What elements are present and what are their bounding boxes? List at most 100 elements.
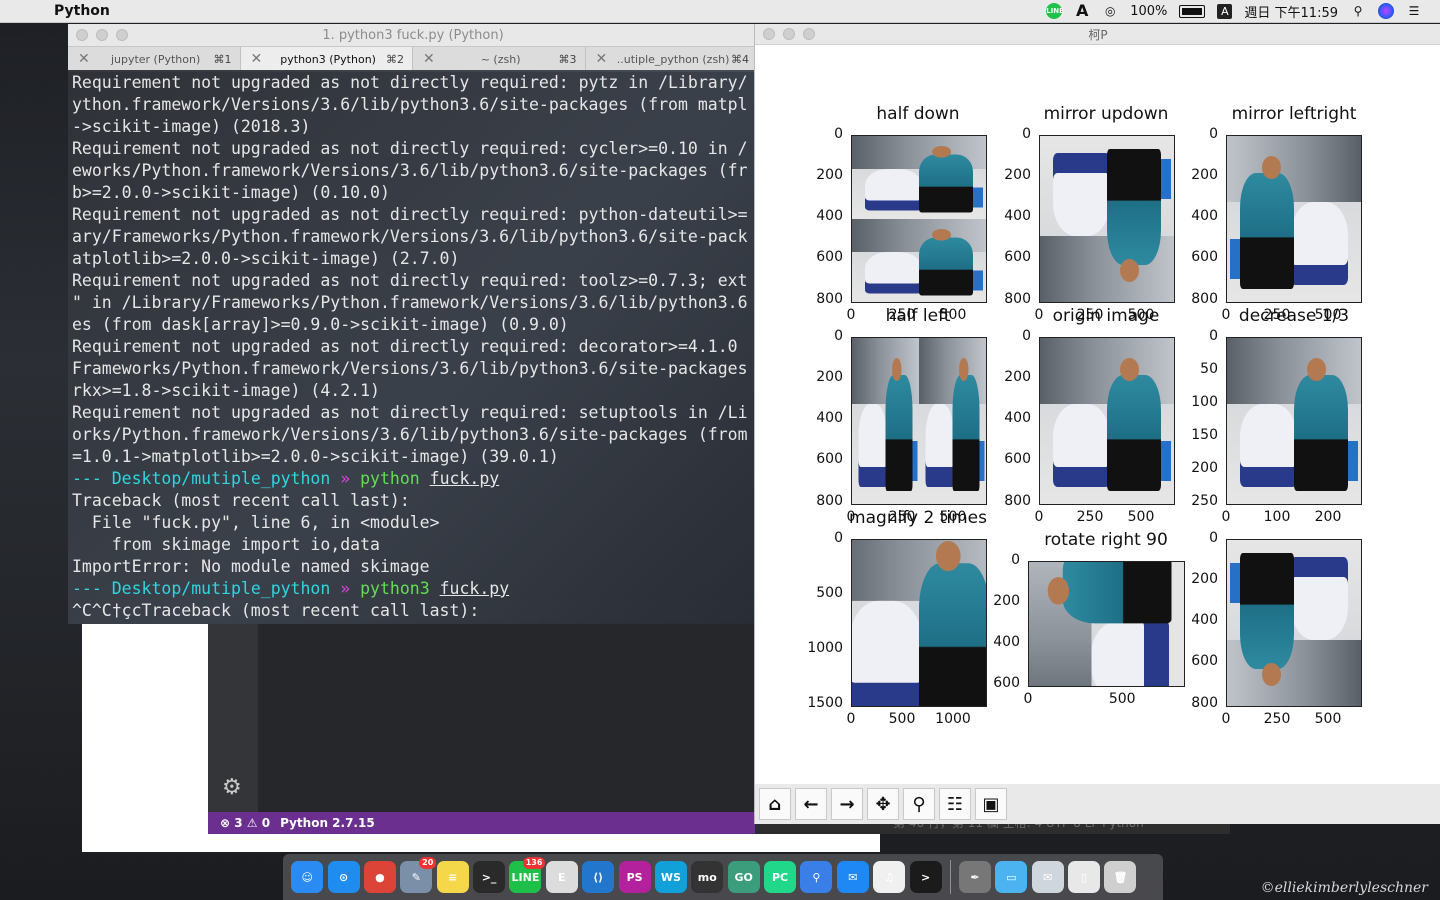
dock-vscode-icon[interactable]: ⟨⟩ — [582, 861, 615, 893]
dock-folder-icon[interactable]: ▭ — [995, 861, 1028, 893]
y-tick-label: 0 — [834, 530, 843, 546]
dock-terminal2-icon[interactable]: > — [909, 861, 942, 893]
close-tab-icon[interactable]: ✕ — [251, 51, 263, 67]
terminal-title: 1. python3 fuck.py (Python) — [322, 27, 504, 43]
creative-cloud-icon[interactable]: ◎ — [1102, 4, 1118, 18]
figure-window[interactable]: 柯P half down 0 200 400 600 800 0 250 500 mirror u… — [754, 24, 1440, 824]
terminal-output[interactable]: Requirement not upgraded as not directly… — [68, 70, 758, 624]
subplot-image — [851, 539, 987, 707]
close-tab-icon[interactable]: ✕ — [423, 51, 435, 67]
terminal-line: b>=2.0.0->scikit-image) (0.10.0) — [72, 183, 390, 202]
current-line: ^C^C†çcTraceback (most recent call last)… — [72, 601, 480, 620]
dock-goland-icon[interactable]: GO — [727, 861, 760, 893]
x-tick-label: 0 — [1034, 509, 1044, 525]
y-tick-label: 1500 — [807, 694, 843, 711]
y-tick-label: 800 — [1004, 290, 1031, 307]
tab-python3[interactable]: ✕ python3 (Python) ⌘2 — [240, 47, 413, 71]
close-tab-icon[interactable]: ✕ — [78, 51, 90, 67]
input-method-icon[interactable]: A — [1217, 3, 1233, 19]
y-tick-label: 600 — [1004, 451, 1031, 468]
dock-line-icon[interactable]: LINE 136 — [509, 857, 546, 893]
subplot-title: half down — [876, 104, 960, 124]
dock-pycharm-icon[interactable]: PC — [764, 861, 797, 893]
y-tick-label: 0 — [1209, 328, 1218, 344]
terminal-line: Requirement not upgraded as not directly… — [72, 205, 748, 224]
y-tick-label: 800 — [1191, 290, 1218, 307]
y-tick-label: 250 — [1191, 492, 1218, 509]
subplot-image — [1226, 539, 1362, 707]
siri-icon[interactable] — [1378, 3, 1394, 19]
traceback-line: Traceback (most recent call last): — [72, 491, 410, 510]
battery-icon[interactable] — [1179, 4, 1206, 18]
notification-center-icon[interactable]: ☰ — [1406, 4, 1422, 18]
editor-status-bar: ⊗ 3 ⚠ 0 Python 2.7.15 — [208, 812, 756, 834]
terminal-titlebar[interactable]: 1. python3 fuck.py (Python) — [68, 24, 758, 47]
y-tick-label: 400 — [993, 634, 1020, 651]
y-tick-label: 0 — [1022, 126, 1031, 142]
terminal-line: =1.0.1->matplotlib>=2.0.0->scikit-image)… — [72, 447, 559, 466]
traceback-line: from skimage import io,data — [72, 535, 380, 554]
y-tick-label: 800 — [1004, 492, 1031, 509]
configure-icon[interactable]: ☷ — [939, 788, 971, 820]
figure-toolbar: ⌂ ← → ✥ ⚲ ☷ ▣ — [755, 784, 1440, 824]
y-tick-label: 200 — [816, 167, 843, 184]
dock-preview-icon[interactable]: ✎ 20 — [400, 857, 437, 893]
close-tab-icon[interactable]: ✕ — [596, 51, 608, 67]
forward-icon[interactable]: → — [831, 788, 863, 820]
errors-indicator[interactable]: ⊗ 3 ⚠ 0 — [220, 816, 270, 830]
y-tick-label: 600 — [993, 675, 1020, 692]
subplot-title: origin image — [1052, 306, 1160, 326]
dock-doc-icon[interactable]: ▯ — [1068, 861, 1101, 893]
traceback-line: File "fuck.py", line 6, in <module> — [72, 513, 440, 532]
editor-panel — [208, 620, 756, 812]
line-icon[interactable]: LINE — [1046, 3, 1064, 19]
tab-zsh[interactable]: ✕ ~ (zsh) ⌘3 — [413, 47, 586, 71]
dock-mail-icon[interactable]: ✉ — [1031, 861, 1064, 893]
y-tick-label: 400 — [1191, 612, 1218, 629]
app-menu-name[interactable]: Python — [54, 3, 110, 19]
tab-jupyter[interactable]: ✕ jupyter (Python) ⌘1 — [68, 47, 241, 71]
dock-evernote-icon[interactable]: E — [545, 861, 578, 893]
settings-gear-icon[interactable]: ⚙ — [222, 775, 242, 800]
dock-maps-icon[interactable]: ⚲ — [800, 861, 833, 893]
home-icon[interactable]: ⌂ — [759, 788, 791, 820]
x-tick-label: 100 — [1263, 509, 1291, 525]
dock-pen-icon[interactable]: ✒ — [958, 861, 991, 893]
figure-titlebar[interactable]: 柯P — [755, 24, 1440, 45]
pan-icon[interactable]: ✥ — [867, 788, 899, 820]
dock-chrome-icon[interactable]: ● — [363, 861, 396, 893]
spotlight-search-icon[interactable]: ⚲ — [1350, 4, 1366, 18]
back-icon[interactable]: ← — [795, 788, 827, 820]
terminal-line: atplotlib>=2.0.0->scikit-image) (2.7.0) — [72, 249, 460, 268]
y-tick-label: 400 — [1004, 208, 1031, 225]
x-tick-label: 0 — [846, 307, 856, 323]
subplot-title: mirror leftright — [1231, 104, 1357, 124]
dock-finder-icon[interactable]: ☺ — [291, 861, 324, 893]
dock-music-icon[interactable]: ♫ — [873, 861, 906, 893]
dock-webstorm-icon[interactable]: WS — [654, 861, 687, 893]
x-tick-label: 500 — [1314, 711, 1342, 727]
dock-messenger-icon[interactable]: ✉ — [836, 861, 869, 893]
adobe-icon[interactable]: A — [1074, 3, 1090, 19]
terminal-window[interactable]: 1. python3 fuck.py (Python) ✕ jupyter (P… — [68, 24, 758, 624]
python-version[interactable]: Python 2.7.15 — [280, 816, 375, 830]
dock-trash-icon[interactable]: 🗑 — [1104, 861, 1137, 893]
terminal-line: " in /Library/Frameworks/Python.framewor… — [72, 293, 748, 312]
menu-bar-status-area: LINE A ◎ 100% A 週日 下午11:59 ⚲ ☰ — [1046, 0, 1422, 22]
dock-safari-icon[interactable]: ⊙ — [327, 861, 360, 893]
zoom-icon[interactable]: ⚲ — [903, 788, 935, 820]
save-icon[interactable]: ▣ — [975, 788, 1007, 820]
subplot-title: rotate right 90 — [1044, 530, 1168, 550]
dock-terminal-icon[interactable]: >_ — [473, 861, 506, 893]
prompt-line: --- Desktop/mutiple_python » python3 fuc… — [72, 579, 510, 598]
dock-phpstorm-icon[interactable]: PS — [618, 861, 651, 893]
subplot-image — [1028, 561, 1185, 687]
tab-multiple-python[interactable]: ✕ ..utiple_python (zsh) ⌘4 — [586, 47, 758, 71]
dock-motion-icon[interactable]: mo — [691, 861, 724, 893]
clock[interactable]: 週日 下午11:59 — [1244, 2, 1338, 21]
y-tick-label: 1000 — [807, 639, 843, 656]
dock-notes-icon[interactable]: ≡ — [436, 861, 469, 893]
x-tick-label: 0 — [1221, 509, 1231, 525]
terminal-line: ython.framework/Versions/3.6/lib/python3… — [72, 95, 748, 114]
y-tick-label: 600 — [1004, 249, 1031, 266]
